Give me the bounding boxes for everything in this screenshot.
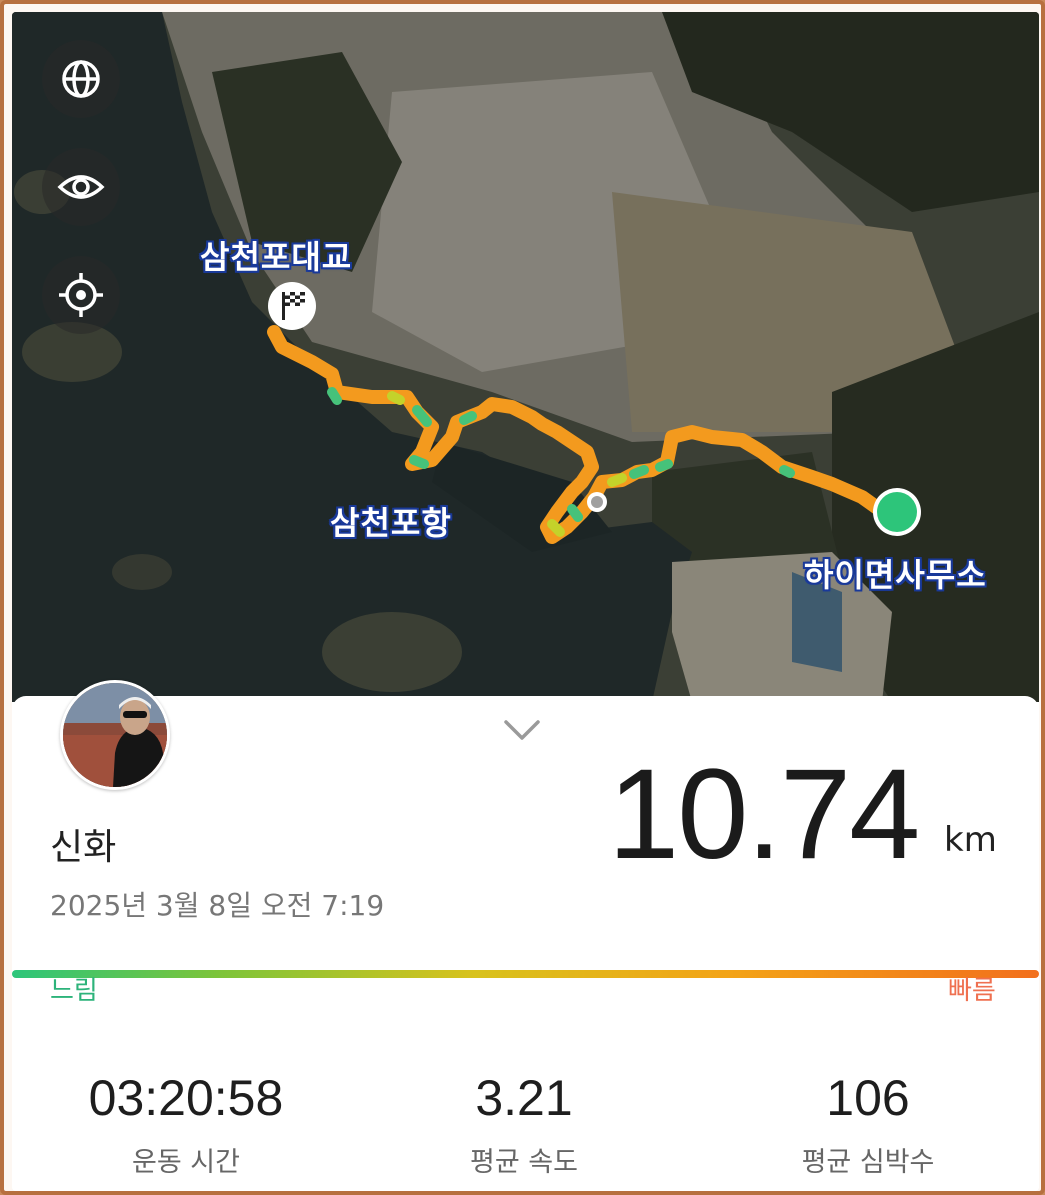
speed-legend-slow-label: 느림 <box>50 976 98 1006</box>
workout-datetime: 2025년 3월 8일 오전 7:19 <box>50 889 385 922</box>
stat-avg-speed-value: 3.21 <box>475 1070 573 1126</box>
stat-duration: 03:20:58 운동 시간 <box>36 1070 336 1179</box>
harbor-location-label: 삼천포항 <box>330 504 452 542</box>
start-point-icon <box>873 488 921 536</box>
stat-duration-label: 운동 시간 <box>132 1147 240 1178</box>
view-toggle-button[interactable] <box>42 148 120 226</box>
chevron-down-icon <box>504 720 540 740</box>
stat-avg-speed: 3.21 평균 속도 <box>374 1070 674 1179</box>
app-frame: 삼천포대교 삼천포항 하이면사무소 신화 2025년 3월 8일 오전 7:19… <box>0 0 1045 1195</box>
user-photo <box>63 683 167 787</box>
user-name: 신화 <box>50 827 117 868</box>
speed-legend-bar <box>12 970 1039 978</box>
distance-value: 10.74 <box>608 743 920 886</box>
start-location-label: 하이면사무소 <box>804 556 987 594</box>
globe-icon <box>62 60 100 98</box>
stat-avg-heart-rate-label: 평균 심박수 <box>801 1147 935 1178</box>
satellite-imagery <box>12 12 1039 702</box>
finish-location-label: 삼천포대교 <box>200 238 353 276</box>
avatar[interactable] <box>60 680 170 790</box>
stat-avg-heart-rate-value: 106 <box>826 1070 910 1126</box>
stat-avg-heart-rate: 106 평균 심박수 <box>718 1070 1018 1179</box>
route-map[interactable]: 삼천포대교 삼천포항 하이면사무소 <box>12 12 1039 702</box>
screen: 삼천포대교 삼천포항 하이면사무소 신화 2025년 3월 8일 오전 7:19… <box>12 12 1039 1191</box>
stat-avg-speed-label: 평균 속도 <box>470 1147 578 1178</box>
stat-duration-value: 03:20:58 <box>88 1070 284 1126</box>
distance-unit: km <box>944 820 997 860</box>
map-style-button[interactable] <box>42 40 120 118</box>
eye-icon <box>57 175 105 199</box>
locate-button[interactable] <box>42 256 120 334</box>
finish-flag-icon <box>268 282 316 330</box>
locate-icon <box>59 273 103 317</box>
collapse-panel-button[interactable] <box>502 716 542 744</box>
speed-legend-fast-label: 빠름 <box>948 976 996 1006</box>
